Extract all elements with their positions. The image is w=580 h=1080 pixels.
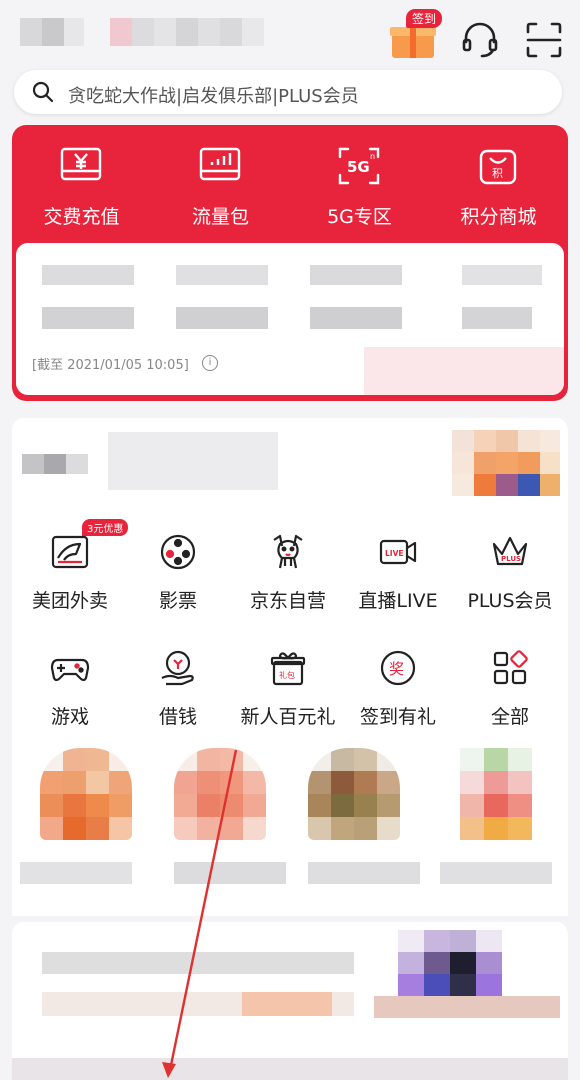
quick-action-recharge[interactable]: 交费充值 bbox=[12, 125, 151, 235]
yen-card-icon bbox=[60, 145, 102, 187]
film-reel-icon bbox=[158, 532, 198, 572]
blurred-product-captions bbox=[20, 862, 560, 884]
service-meituan[interactable]: 美团外卖 bbox=[12, 532, 128, 632]
blurred-promo-title bbox=[108, 432, 278, 490]
jd-dog-icon bbox=[268, 532, 308, 572]
quick-action-5g[interactable]: 5G n 5G专区 bbox=[290, 125, 429, 235]
service-label: 游戏 bbox=[50, 706, 89, 728]
balance-card[interactable]: [截至 2021/01/05 10:05] i bbox=[16, 243, 564, 395]
service-movie-tickets[interactable]: 影票 bbox=[120, 532, 236, 632]
service-label: 直播LIVE bbox=[358, 590, 438, 612]
blurred-product-2[interactable] bbox=[174, 748, 266, 840]
svg-text:PLUS: PLUS bbox=[501, 555, 521, 563]
blurred-balance-values bbox=[42, 263, 542, 333]
promo-banner[interactable] bbox=[12, 418, 568, 506]
service-borrow[interactable]: 借钱 bbox=[120, 648, 236, 748]
reward-medal-icon: 奖 bbox=[378, 648, 418, 688]
gift-box-icon: 礼包 bbox=[268, 648, 308, 688]
service-checkin-reward[interactable]: 奖 签到有礼 bbox=[340, 648, 456, 748]
top-bar: 签到 bbox=[0, 0, 580, 70]
live-camera-icon: LIVE bbox=[378, 532, 418, 572]
service-label: 影票 bbox=[158, 590, 197, 612]
service-games[interactable]: 游戏 bbox=[12, 648, 128, 748]
svg-text:礼包: 礼包 bbox=[279, 670, 295, 680]
search-icon bbox=[32, 81, 54, 103]
service-all[interactable]: 全部 bbox=[452, 648, 568, 748]
svg-text:5G: 5G bbox=[347, 158, 370, 176]
plus-crown-icon: PLUS bbox=[490, 532, 530, 572]
account-card: 交费充值 流量包 5G n 5G专区 积 积分商城 [截至 2021/01/05… bbox=[12, 125, 568, 401]
data-chart-icon bbox=[199, 145, 241, 187]
service-live[interactable]: LIVE 直播LIVE bbox=[340, 532, 456, 632]
blurred-promo-text bbox=[22, 454, 88, 474]
blurred-recommend-title bbox=[42, 952, 354, 974]
service-label: 京东自营 bbox=[249, 590, 326, 612]
info-icon[interactable]: i bbox=[202, 355, 218, 371]
blurred-recommend-strip bbox=[374, 996, 560, 1018]
service-label: 全部 bbox=[490, 706, 529, 728]
blurred-recommend-price bbox=[242, 992, 332, 1016]
blurred-product-3[interactable] bbox=[308, 748, 400, 840]
search-placeholder: 贪吃蛇大作战|启发俱乐部|PLUS会员 bbox=[68, 86, 359, 107]
service-label: 签到有礼 bbox=[359, 706, 436, 728]
service-newbie-gift[interactable]: 礼包 新人百元礼 bbox=[230, 648, 346, 748]
service-plus[interactable]: PLUS PLUS会员 bbox=[452, 532, 568, 632]
quick-action-label: 5G专区 bbox=[327, 206, 392, 228]
blurred-product-1[interactable] bbox=[40, 748, 132, 840]
blurred-username bbox=[20, 18, 264, 46]
quick-action-label: 交费充值 bbox=[43, 206, 120, 228]
5g-icon: 5G n bbox=[338, 145, 380, 187]
quick-action-label: 积分商城 bbox=[460, 206, 537, 228]
headset-icon[interactable] bbox=[460, 20, 500, 60]
quick-action-data[interactable]: 流量包 bbox=[151, 125, 290, 235]
quick-action-points-mall[interactable]: 积 积分商城 bbox=[429, 125, 568, 235]
scan-icon[interactable] bbox=[524, 20, 564, 60]
balance-deadline: [截至 2021/01/05 10:05] bbox=[32, 358, 189, 373]
svg-text:n: n bbox=[370, 152, 375, 161]
service-label: 美团外卖 bbox=[31, 590, 108, 612]
blurred-product-4[interactable] bbox=[460, 748, 532, 840]
quick-action-label: 流量包 bbox=[191, 206, 249, 228]
recommend-section[interactable] bbox=[12, 922, 568, 1080]
service-label: 借钱 bbox=[158, 706, 197, 728]
blurred-overlay bbox=[364, 347, 564, 395]
signin-badge[interactable]: 签到 bbox=[406, 9, 443, 28]
points-bag-icon: 积 bbox=[477, 145, 519, 187]
service-label: PLUS会员 bbox=[467, 590, 553, 612]
search-bar[interactable]: 贪吃蛇大作战|启发俱乐部|PLUS会员 bbox=[14, 70, 562, 114]
meituan-icon bbox=[50, 532, 90, 572]
blurred-recommend-bottom bbox=[12, 1058, 568, 1080]
blurred-promo-image bbox=[452, 430, 560, 496]
service-jd[interactable]: 京东自营 bbox=[230, 532, 346, 632]
service-label: 新人百元礼 bbox=[240, 706, 336, 728]
money-hand-icon bbox=[158, 648, 198, 688]
gamepad-icon bbox=[50, 648, 90, 688]
svg-text:LIVE: LIVE bbox=[385, 549, 404, 558]
svg-text:奖: 奖 bbox=[389, 660, 404, 678]
svg-text:积: 积 bbox=[492, 167, 503, 180]
all-grid-icon bbox=[490, 648, 530, 688]
